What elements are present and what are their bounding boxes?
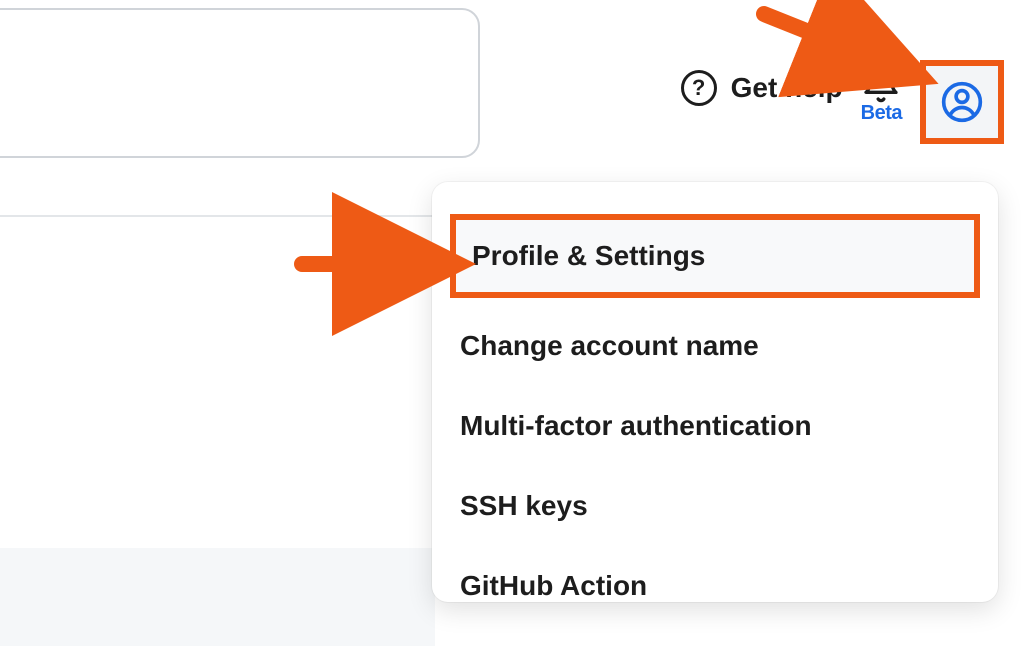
menu-item-change-account-name[interactable]: Change account name <box>432 306 998 386</box>
menu-item-multi-factor-authentication[interactable]: Multi-factor authentication <box>432 386 998 466</box>
help-label: Get help <box>731 72 843 104</box>
divider <box>0 215 435 217</box>
get-help-button[interactable]: ? Get help <box>681 70 843 106</box>
header-actions: ? Get help Beta <box>681 60 1004 144</box>
search-input[interactable] <box>0 8 480 158</box>
menu-item-github-action[interactable]: GitHub Action <box>432 546 998 602</box>
notifications-button[interactable]: Beta <box>861 64 902 125</box>
bell-icon <box>861 64 901 104</box>
menu-item-profile-settings[interactable]: Profile & Settings <box>450 214 980 298</box>
avatar-button[interactable] <box>920 60 1004 144</box>
beta-badge: Beta <box>861 102 902 125</box>
avatar-dropdown-menu: Profile & Settings Change account name M… <box>432 182 998 602</box>
menu-item-ssh-keys[interactable]: SSH keys <box>432 466 998 546</box>
help-icon: ? <box>681 70 717 106</box>
content-background <box>0 548 435 646</box>
user-icon <box>940 80 984 124</box>
